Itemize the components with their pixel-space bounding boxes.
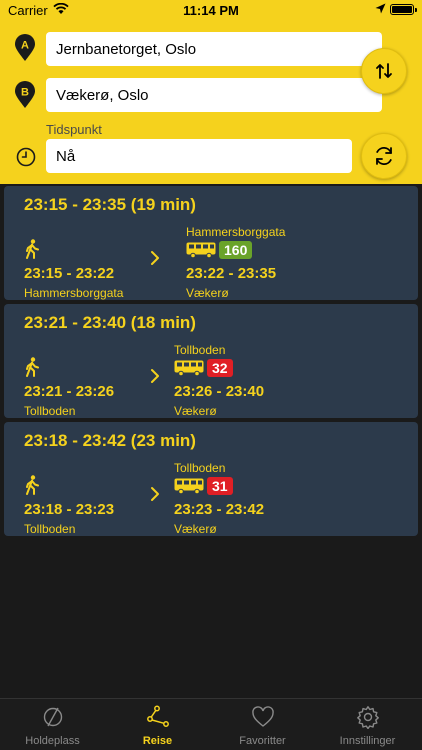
line-badge: 32 (207, 359, 233, 377)
clock-icon (16, 147, 36, 167)
bus-time: 23:23 - 23:42 (174, 501, 265, 518)
stop-icon (43, 707, 63, 727)
time-input[interactable]: Nå (46, 139, 352, 173)
trip-card[interactable]: 23:15 - 23:35 (19 min) 23:15 - 23:22 Ham… (4, 186, 418, 300)
walk-destination: Hammersborggata (24, 286, 124, 300)
tab-label: Favoritter (239, 735, 286, 747)
marker-a-icon: A (15, 34, 35, 61)
walk-time: 23:15 - 23:22 (24, 265, 115, 282)
to-input-value: Vækerø, Oslo (56, 87, 149, 104)
tab-label: Holdeplass (25, 735, 80, 747)
svg-text:B: B (21, 87, 29, 99)
time-label: Tidspunkt (46, 122, 102, 137)
tab-bar: Holdeplass Reise Favoritter Innstillinge… (0, 698, 422, 750)
refresh-button[interactable] (361, 133, 407, 179)
tab-reise[interactable]: Reise (105, 699, 210, 750)
walk-icon (26, 357, 39, 377)
tab-holdeplass[interactable]: Holdeplass (0, 699, 105, 750)
chevron-right-icon (151, 251, 159, 265)
walk-icon (26, 475, 39, 495)
trip-card[interactable]: 23:18 - 23:42 (23 min) 23:18 - 23:23 Tol… (4, 422, 418, 536)
trip-title: 23:21 - 23:40 (18 min) (24, 313, 196, 332)
from-input[interactable]: Jernbanetorget, Oslo (46, 32, 382, 66)
marker-b-icon: B (15, 81, 35, 108)
bus-icon (174, 478, 204, 494)
bus-destination: Vækerø (186, 286, 229, 300)
location-arrow-icon (375, 3, 386, 14)
status-time: 11:14 PM (183, 3, 239, 18)
board-stop: Tollboden (174, 343, 226, 357)
battery-icon (390, 4, 417, 15)
route-icon (147, 705, 169, 727)
walk-destination: Tollboden (24, 522, 76, 536)
walk-time: 23:18 - 23:23 (24, 501, 115, 518)
tab-label: Reise (142, 735, 173, 747)
bus-destination: Vækerø (174, 404, 217, 418)
svg-text:A: A (21, 40, 29, 52)
time-input-value: Nå (56, 148, 76, 165)
bus-time: 23:22 - 23:35 (186, 265, 277, 282)
trip-title: 23:15 - 23:35 (19 min) (24, 195, 196, 214)
tab-label: Innstillinger (339, 735, 396, 747)
tab-favoritter[interactable]: Favoritter (210, 699, 315, 750)
search-header: Carrier 11:14 PM A Jernbanetorget, Oslo … (0, 0, 422, 184)
board-stop: Tollboden (174, 461, 226, 475)
chevron-right-icon (151, 487, 159, 501)
refresh-icon (376, 147, 392, 165)
board-stop: Hammersborggata (186, 225, 286, 239)
walk-icon (26, 239, 39, 259)
swap-arrows-icon (376, 63, 392, 79)
swap-button[interactable] (361, 48, 407, 94)
bus-time: 23:26 - 23:40 (174, 383, 265, 400)
heart-icon (252, 706, 274, 727)
walk-destination: Tollboden (24, 404, 76, 418)
tab-innstillinger[interactable]: Innstillinger (315, 699, 420, 750)
trip-title: 23:18 - 23:42 (23 min) (24, 431, 196, 450)
gear-icon (357, 706, 379, 729)
bus-destination: Vækerø (174, 522, 217, 536)
bus-icon (174, 360, 204, 376)
from-input-value: Jernbanetorget, Oslo (56, 41, 197, 58)
line-badge: 31 (207, 477, 233, 495)
line-badge: 160 (219, 241, 253, 259)
to-input[interactable]: Vækerø, Oslo (46, 78, 382, 112)
status-bar: Carrier 11:14 PM (0, 0, 422, 22)
bus-icon (186, 242, 216, 258)
chevron-right-icon (151, 369, 159, 383)
walk-time: 23:21 - 23:26 (24, 383, 115, 400)
trip-card[interactable]: 23:21 - 23:40 (18 min) 23:21 - 23:26 Tol… (4, 304, 418, 418)
